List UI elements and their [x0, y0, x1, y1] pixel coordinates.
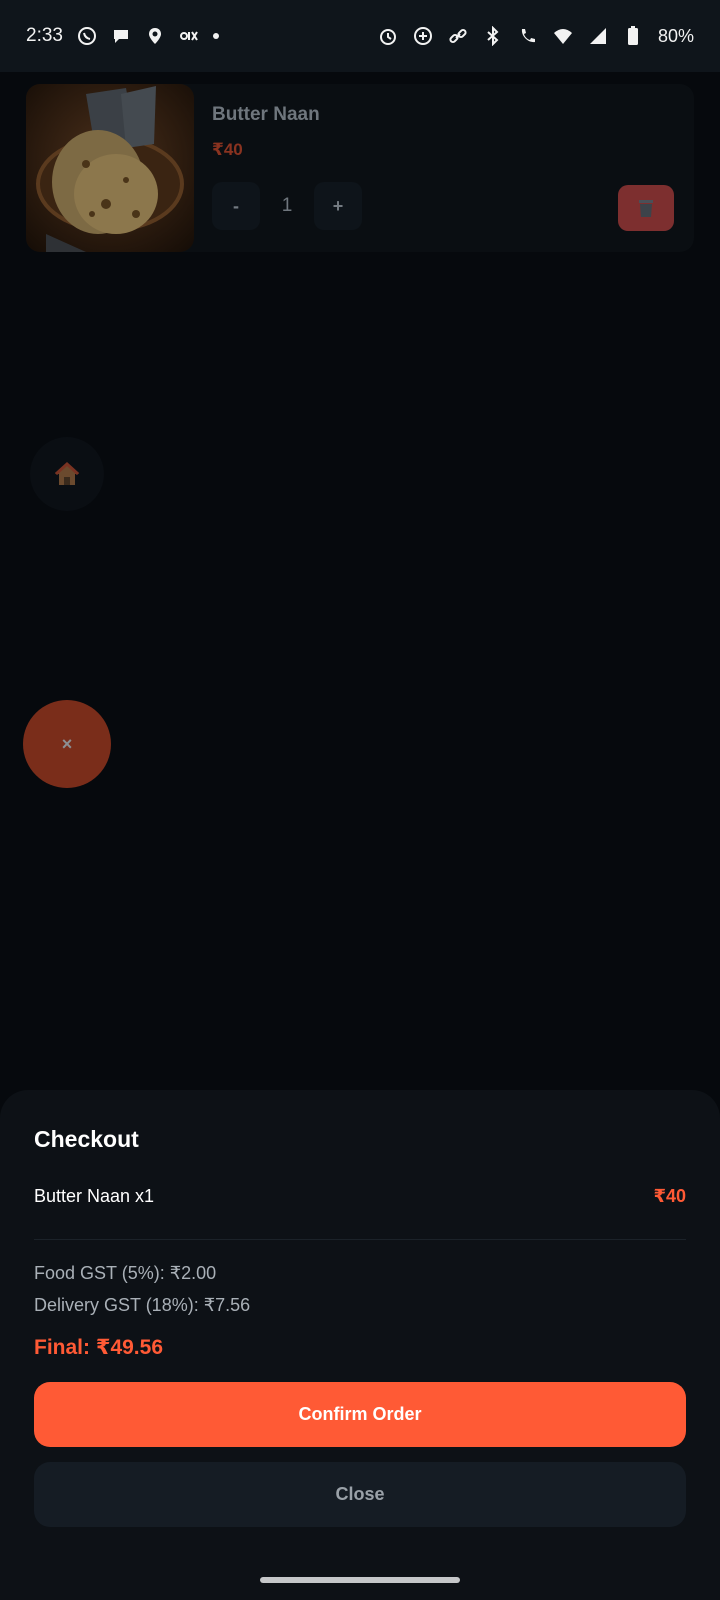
- wifi-calling-icon: [518, 26, 538, 46]
- home-icon: [54, 461, 80, 485]
- item-price: ₹40: [212, 140, 243, 159]
- battery-icon: [623, 26, 643, 46]
- battery-percentage: 80%: [657, 25, 694, 46]
- final-total: Final: ₹49.56: [34, 1336, 163, 1359]
- confirm-order-button[interactable]: Confirm Order: [34, 1382, 686, 1447]
- food-gst: Food GST (5%): ₹2.00: [34, 1263, 217, 1283]
- butter-naan-photo: [26, 84, 194, 252]
- status-bar: 2:33 80%: [0, 0, 720, 72]
- cart-item-info: Butter Naan ₹40 - 1 +: [194, 84, 694, 252]
- checkout-sheet: Checkout Butter Naan x1 ₹40 Food GST (5%…: [0, 1090, 720, 1560]
- chat-icon: [111, 26, 131, 46]
- link-icon: [448, 26, 468, 46]
- signal-icon: [588, 26, 608, 46]
- close-icon: ×: [61, 733, 73, 754]
- line-item-name: Butter Naan x1: [34, 1186, 155, 1206]
- location-pin-icon: [145, 26, 165, 46]
- delete-item-button[interactable]: [618, 185, 674, 231]
- data-saver-icon: [413, 26, 433, 46]
- checkout-title: Checkout: [34, 1126, 139, 1152]
- status-time: 2:33: [26, 25, 63, 46]
- close-fab-button[interactable]: ×: [23, 700, 111, 788]
- whatsapp-icon: [77, 26, 97, 46]
- status-right: 80%: [378, 26, 694, 47]
- olx-icon: [179, 26, 199, 46]
- quantity-value: 1: [281, 195, 293, 216]
- home-gesture-handle[interactable]: [260, 1577, 460, 1583]
- dot-icon: [212, 33, 219, 39]
- delivery-gst: Delivery GST (18%): ₹7.56: [34, 1295, 251, 1315]
- home-button[interactable]: [30, 437, 104, 511]
- bluetooth-icon: [483, 26, 503, 46]
- decrement-button[interactable]: -: [212, 182, 260, 230]
- quantity-stepper: - 1 +: [212, 182, 362, 230]
- close-button[interactable]: Close: [34, 1462, 686, 1527]
- navigation-bar: [0, 1560, 720, 1600]
- increment-button[interactable]: +: [314, 182, 362, 230]
- cart-item-card: Butter Naan ₹40 - 1 +: [26, 84, 694, 252]
- divider: [34, 1239, 686, 1240]
- wifi-icon: [553, 26, 573, 46]
- status-left: 2:33: [26, 25, 219, 47]
- cart-screen: 2:33 80% Butter Naan ₹40 - 1 + × Checkou…: [0, 0, 720, 1600]
- trash-icon: [639, 200, 653, 217]
- checkout-line-item: Butter Naan x1 ₹40: [34, 1186, 686, 1207]
- alarm-icon: [378, 26, 398, 46]
- item-name: Butter Naan: [212, 104, 320, 125]
- line-item-price: ₹40: [653, 1186, 686, 1206]
